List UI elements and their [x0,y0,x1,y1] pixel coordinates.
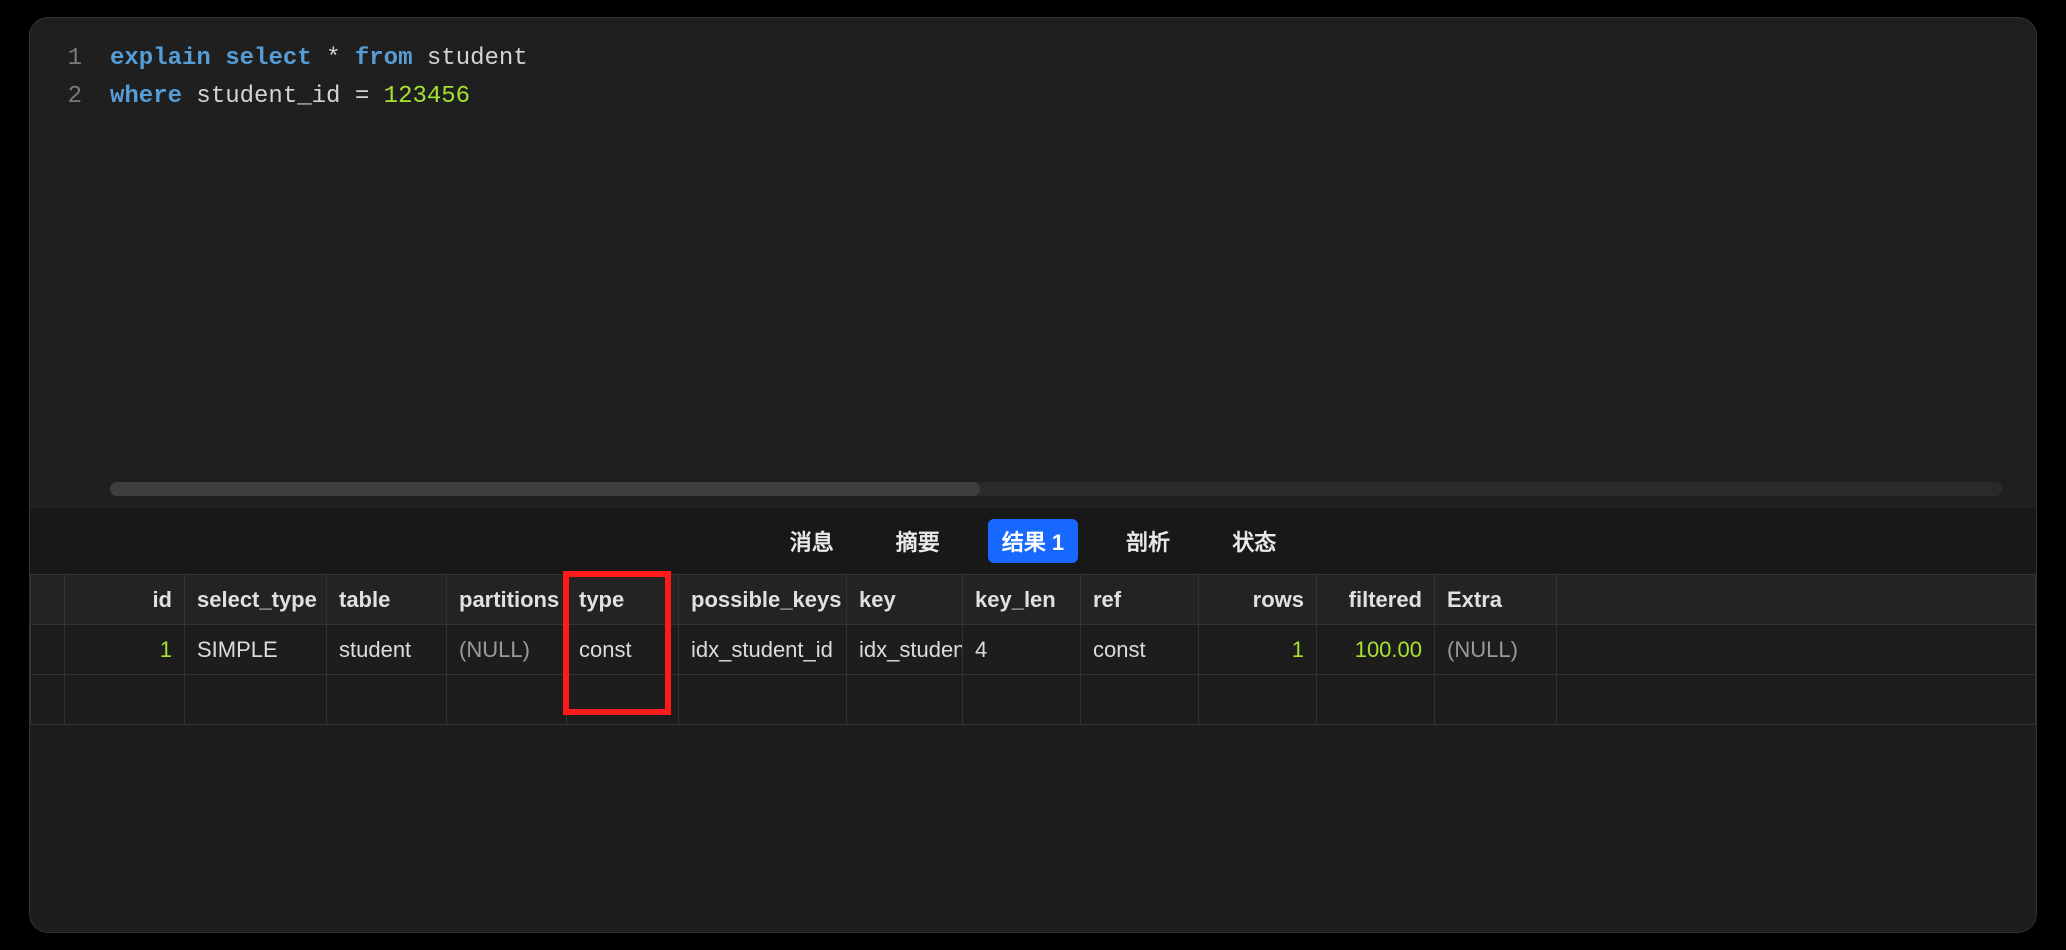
cell-ref[interactable]: const [1081,625,1199,675]
cell-empty [567,675,679,725]
line-number: 2 [30,78,110,116]
results-grid-wrap: idselect_typetablepartitionstypepossible… [30,574,2036,932]
cell-possible_keys[interactable]: idx_student_id [679,625,847,675]
tab-2[interactable]: 结果 1 [988,519,1078,563]
code-line[interactable]: 1explain select * from student [30,40,2036,78]
tab-0[interactable]: 消息 [776,519,848,563]
col-header-partitions[interactable]: partitions [447,575,567,625]
code-line[interactable]: 2where student_id = 123456 [30,78,2036,116]
cell-filtered[interactable]: 100.00 [1317,625,1435,675]
cell-table[interactable]: student [327,625,447,675]
col-header-filtered[interactable]: filtered [1317,575,1435,625]
col-header-Extra[interactable]: Extra [1435,575,1557,625]
cell-empty [1081,675,1199,725]
cell-empty [1557,675,2036,725]
tab-4[interactable]: 状态 [1218,519,1290,563]
sql-editor[interactable]: 1explain select * from student2where stu… [30,18,2036,508]
col-header-possible_keys[interactable]: possible_keys [679,575,847,625]
tab-3[interactable]: 剖析 [1112,519,1184,563]
table-row[interactable]: 1SIMPLEstudent(NULL)constidx_student_idi… [31,625,2036,675]
row-header-blank [31,575,65,625]
tab-1[interactable]: 摘要 [882,519,954,563]
results-grid[interactable]: idselect_typetablepartitionstypepossible… [30,574,2036,725]
cell-tail [1557,625,2036,675]
col-header-select_type[interactable]: select_type [185,575,327,625]
code-content[interactable]: where student_id = 123456 [110,78,470,116]
col-header-ref[interactable]: ref [1081,575,1199,625]
cell-rows[interactable]: 1 [1199,625,1317,675]
results-tabbar: 消息摘要结果 1 剖析状态 [30,508,2036,574]
cell-key[interactable]: idx_student_id [847,625,963,675]
cell-type[interactable]: const [567,625,679,675]
cell-empty [447,675,567,725]
cell-empty [65,675,185,725]
col-header-key[interactable]: key [847,575,963,625]
line-number: 1 [30,40,110,78]
editor-hscroll[interactable] [110,482,2002,496]
col-header-table[interactable]: table [327,575,447,625]
code-content[interactable]: explain select * from student [110,40,528,78]
col-header-id[interactable]: id [65,575,185,625]
cell-Extra[interactable]: (NULL) [1435,625,1557,675]
cell-empty [327,675,447,725]
col-header-rows[interactable]: rows [1199,575,1317,625]
editor-hscroll-thumb[interactable] [110,482,980,496]
cell-empty [1435,675,1557,725]
cell-select_type[interactable]: SIMPLE [185,625,327,675]
cell-empty [963,675,1081,725]
cell-empty [1317,675,1435,725]
cell-partitions[interactable]: (NULL) [447,625,567,675]
cell-id[interactable]: 1 [65,625,185,675]
col-header-tail [1557,575,2036,625]
col-header-type[interactable]: type [567,575,679,625]
sql-tool-window: 1explain select * from student2where stu… [30,18,2036,932]
row-handle[interactable] [31,625,65,675]
col-header-key_len[interactable]: key_len [963,575,1081,625]
table-row-empty [31,675,2036,725]
cell-empty [847,675,963,725]
cell-key_len[interactable]: 4 [963,625,1081,675]
cell-empty [1199,675,1317,725]
cell-empty [31,675,65,725]
cell-empty [679,675,847,725]
cell-empty [185,675,327,725]
